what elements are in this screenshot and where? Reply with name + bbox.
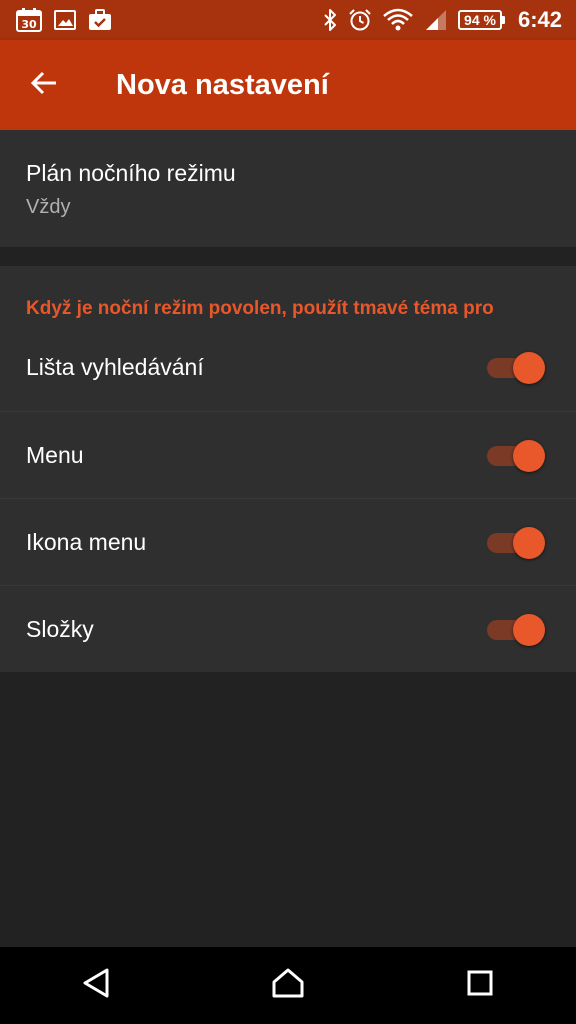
toggle-row-menu-icon[interactable]: Ikona menu bbox=[0, 498, 576, 586]
alarm-icon bbox=[348, 8, 372, 32]
menu-icon-switch[interactable] bbox=[487, 527, 545, 559]
back-button[interactable] bbox=[14, 55, 74, 115]
app-bar: Nova nastavení bbox=[0, 40, 576, 130]
notification-icons: 30 bbox=[0, 8, 112, 32]
setting-value: Vždy bbox=[26, 196, 71, 218]
toggle-label: Lišta vyhledávání bbox=[26, 354, 204, 380]
wifi-icon bbox=[382, 8, 414, 32]
arrow-left-icon bbox=[30, 69, 58, 102]
toggle-row-folders[interactable]: Složky bbox=[0, 585, 576, 673]
nav-back-button[interactable] bbox=[56, 956, 136, 1016]
search-bar-switch[interactable] bbox=[487, 352, 545, 384]
schedule-card: Plán nočního režimu Vždy bbox=[0, 130, 576, 247]
dark-theme-card: Když je noční režim povolen, použít tmav… bbox=[0, 266, 576, 672]
toggle-row-search-bar[interactable]: Lišta vyhledávání bbox=[0, 324, 576, 411]
page-title: Nova nastavení bbox=[116, 68, 329, 101]
toggle-label: Menu bbox=[26, 442, 84, 468]
toggle-label: Ikona menu bbox=[26, 529, 147, 555]
signal-icon bbox=[424, 8, 448, 32]
switch-thumb bbox=[513, 440, 545, 472]
clock: 6:42 bbox=[517, 7, 562, 32]
bluetooth-icon bbox=[322, 8, 338, 32]
night-mode-schedule-setting[interactable]: Plán nočního režimu Vždy bbox=[0, 130, 576, 247]
toggle-label: Složky bbox=[26, 616, 94, 642]
system-icons: 94 % 6:42 bbox=[322, 7, 576, 33]
triangle-back-icon bbox=[81, 967, 111, 1004]
switch-thumb bbox=[513, 614, 545, 646]
calendar-day: 30 bbox=[21, 18, 37, 31]
switch-thumb bbox=[513, 352, 545, 384]
switch-thumb bbox=[513, 527, 545, 559]
briefcase-check-icon bbox=[88, 9, 112, 31]
battery-indicator: 94 % bbox=[458, 10, 505, 30]
navigation-bar bbox=[0, 947, 576, 1024]
status-bar: 30 94 % 6:42 bbox=[0, 0, 576, 40]
square-recents-icon bbox=[466, 969, 494, 1002]
menu-switch[interactable] bbox=[487, 440, 545, 472]
setting-title: Plán nočního režimu bbox=[26, 160, 236, 186]
section-header: Když je noční režim povolen, použít tmav… bbox=[26, 298, 494, 319]
image-icon bbox=[54, 9, 76, 31]
folders-switch[interactable] bbox=[487, 614, 545, 646]
calendar-icon: 30 bbox=[16, 8, 42, 32]
toggle-row-menu[interactable]: Menu bbox=[0, 411, 576, 499]
nav-recents-button[interactable] bbox=[440, 956, 520, 1016]
home-icon bbox=[271, 967, 305, 1004]
nav-home-button[interactable] bbox=[248, 956, 328, 1016]
